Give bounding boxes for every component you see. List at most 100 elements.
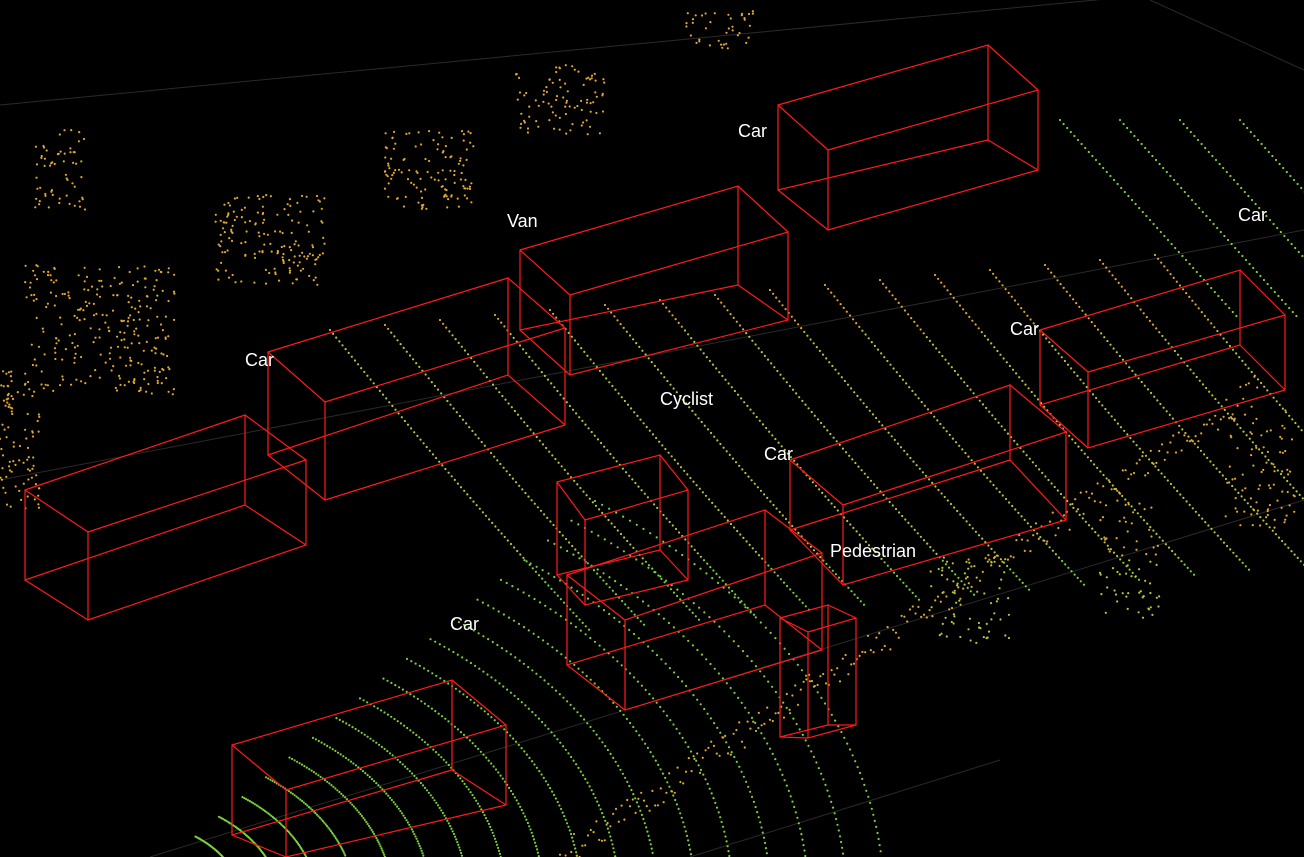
lidar-point [998, 587, 1001, 590]
lidar-point [1230, 242, 1233, 246]
lidar-point [702, 352, 705, 355]
lidar-point [760, 826, 763, 829]
lidar-point [950, 606, 954, 610]
lidar-point [83, 318, 86, 321]
lidar-point [1104, 504, 1108, 507]
lidar-point [1206, 456, 1209, 459]
lidar-point [78, 205, 82, 208]
lidar-point [290, 231, 293, 234]
lidar-point [455, 838, 458, 841]
lidar-point [84, 300, 87, 303]
lidar-point [503, 728, 506, 731]
lidar-point [875, 416, 878, 420]
lidar-point [759, 821, 762, 824]
lidar-point [570, 755, 573, 759]
lidar-point [421, 738, 424, 741]
lidar-point [133, 333, 136, 336]
lidar-point [940, 281, 943, 284]
lidar-point [680, 325, 683, 328]
lidar-point [227, 276, 231, 279]
lidar-point [1247, 382, 1250, 385]
lidar-point [1290, 550, 1293, 553]
lidar-point [487, 759, 490, 762]
lidar-point [651, 433, 655, 436]
lidar-point [30, 476, 33, 479]
lidar-point [472, 145, 475, 148]
lidar-point [799, 688, 802, 691]
lidar-point [153, 369, 156, 372]
lidar-point [1266, 513, 1269, 517]
lidar-point [945, 430, 948, 433]
lidar-point [1059, 492, 1063, 496]
lidar-point [462, 693, 465, 696]
lidar-point [459, 157, 462, 160]
lidar-point [80, 160, 83, 163]
lidar-point [1105, 576, 1108, 579]
lidar-point [628, 628, 631, 632]
lidar-point [579, 714, 582, 717]
lidar-point [1123, 190, 1126, 194]
lidar-point [1070, 367, 1073, 370]
lidar-point [1176, 353, 1180, 356]
lidar-point [640, 684, 644, 687]
lidar-point [570, 586, 573, 589]
lidar-point [647, 645, 650, 648]
lidar-point [402, 814, 405, 817]
lidar-point [631, 798, 634, 801]
lidar-point [1244, 487, 1247, 490]
lidar-point [717, 297, 720, 300]
lidar-point [145, 340, 148, 343]
lidar-point [795, 722, 798, 726]
lidar-point [646, 830, 649, 833]
lidar-point [288, 259, 291, 262]
lidar-point [417, 842, 420, 845]
lidar-point [1232, 178, 1236, 182]
lidar-point [1271, 154, 1274, 158]
lidar-point [552, 793, 556, 797]
lidar-point [524, 704, 527, 707]
lidar-point [1020, 538, 1024, 541]
lidar-point [414, 662, 417, 665]
lidar-point [700, 420, 703, 424]
lidar-point [1079, 378, 1082, 381]
lidar-point [476, 364, 479, 367]
lidar-point [592, 362, 595, 365]
lidar-point [713, 12, 716, 15]
lidar-point [723, 630, 726, 633]
lidar-point [647, 566, 650, 569]
lidar-point [694, 14, 697, 17]
lidar-point [1082, 382, 1085, 385]
lidar-point [804, 739, 807, 742]
lidar-point [759, 489, 763, 492]
lidar-point [669, 719, 672, 722]
lidar-point [264, 776, 268, 779]
lidar-point [714, 801, 717, 805]
lidar-point [450, 136, 453, 139]
lidar-point [1130, 297, 1133, 300]
lidar-point [581, 621, 584, 625]
label-car-4: Car [245, 350, 275, 370]
lidar-point [747, 711, 750, 714]
lidar-point [282, 252, 285, 256]
label-pedestrian: Pedestrian [830, 541, 917, 561]
lidar-point [381, 393, 385, 396]
lidar-point [537, 635, 540, 639]
lidar-point [406, 726, 409, 730]
lidar-point [895, 371, 898, 374]
lidar-point [1184, 431, 1187, 435]
lidar-point [952, 296, 955, 299]
lidar-point [1130, 575, 1133, 578]
lidar-point [495, 840, 498, 843]
lidar-point [641, 557, 644, 560]
lidar-point [572, 832, 576, 836]
lidar-point [817, 767, 820, 770]
lidar-point [566, 822, 569, 825]
lidar-point [1199, 274, 1202, 278]
lidar-point [1142, 519, 1146, 522]
lidar-point [986, 560, 989, 563]
lidar-point [910, 317, 913, 320]
lidar-point [50, 190, 53, 193]
lidar-point [495, 387, 498, 390]
lidar-point [477, 747, 480, 751]
lidar-point [551, 454, 554, 457]
